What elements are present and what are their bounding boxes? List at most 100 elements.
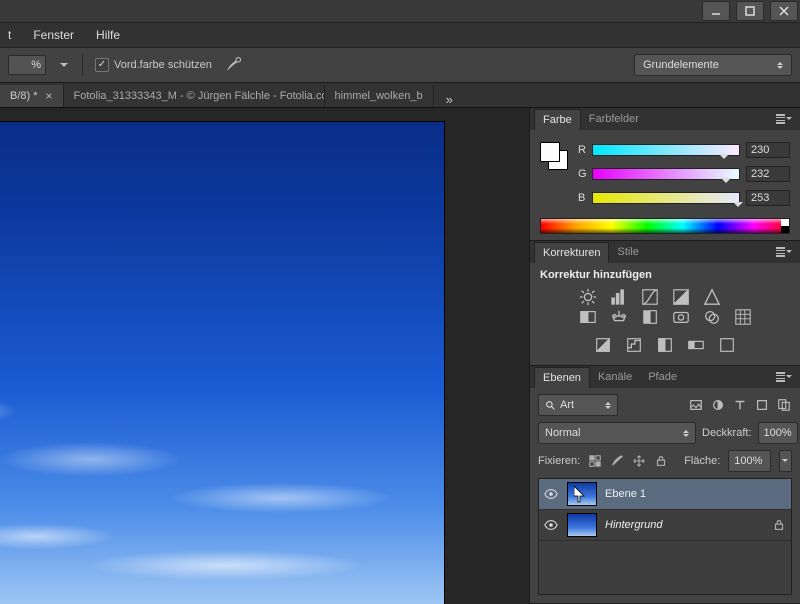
protect-foreground-checkbox[interactable] <box>95 58 109 72</box>
layer-name: Hintergrund <box>605 519 662 531</box>
levels-icon[interactable] <box>608 287 630 307</box>
menu-item-truncated[interactable]: t <box>4 28 15 42</box>
vibrance-icon[interactable] <box>701 287 723 307</box>
photo-filter-icon[interactable] <box>670 307 692 327</box>
menu-item-fenster[interactable]: Fenster <box>29 28 78 42</box>
adjustments-row-3 <box>540 335 790 355</box>
workspace-label: Grundelemente <box>643 59 719 71</box>
filter-pixel-icon[interactable] <box>688 397 704 413</box>
tab-ebenen[interactable]: Ebenen <box>534 367 590 388</box>
curves-icon[interactable] <box>639 287 661 307</box>
g-slider-row: G 232 <box>578 162 790 186</box>
opacity-value-field[interactable]: % <box>8 55 46 75</box>
selective-color-icon[interactable] <box>716 335 738 355</box>
lock-position-icon[interactable] <box>632 453 646 469</box>
foreground-color-swatch[interactable] <box>540 142 560 162</box>
panel-color-tabs: Farbe Farbfelder <box>530 108 800 130</box>
b-value-field[interactable]: 253 <box>746 190 790 206</box>
window-close-button[interactable] <box>770 1 798 21</box>
layer-filter-select[interactable]: Art <box>538 394 618 416</box>
r-slider-row: R 230 <box>578 138 790 162</box>
b-slider[interactable] <box>592 192 740 204</box>
tab-korrekturen[interactable]: Korrekturen <box>534 242 609 263</box>
layer-item-ebene1[interactable]: Ebene 1 <box>539 479 791 510</box>
panel-menu-button[interactable] <box>776 247 796 257</box>
posterize-icon[interactable] <box>623 335 645 355</box>
g-value-field[interactable]: 232 <box>746 166 790 182</box>
canvas-workspace[interactable] <box>0 108 529 604</box>
panel-menu-button[interactable] <box>776 114 796 124</box>
filter-adjust-icon[interactable] <box>710 397 726 413</box>
document-tab-1[interactable]: Fotolia_31333343_M - © Jürgen Fälchle - … <box>64 85 325 107</box>
visibility-eye-icon[interactable] <box>543 517 559 533</box>
hue-saturation-icon[interactable] <box>577 307 599 327</box>
panel-adjustments-body: Korrektur hinzufügen <box>530 263 800 365</box>
filter-smart-icon[interactable] <box>776 397 792 413</box>
color-lookup-icon[interactable] <box>732 307 754 327</box>
layer-item-hintergrund[interactable]: Hintergrund <box>539 510 791 541</box>
lock-transparent-icon[interactable] <box>588 453 602 469</box>
tab-farbe[interactable]: Farbe <box>534 109 581 130</box>
opacity-dropdown-icon[interactable] <box>58 56 70 74</box>
blend-mode-label: Normal <box>545 427 580 439</box>
blend-mode-row: Normal Deckkraft: 100% <box>538 422 792 444</box>
arrows-vert-icon <box>777 59 783 72</box>
filter-type-icon[interactable] <box>732 397 748 413</box>
document-canvas[interactable] <box>0 122 444 604</box>
gradient-map-icon[interactable] <box>685 335 707 355</box>
tab-farbfelder[interactable]: Farbfelder <box>581 109 647 129</box>
g-slider[interactable] <box>592 168 740 180</box>
layer-thumbnail[interactable] <box>567 513 597 537</box>
blend-mode-select[interactable]: Normal <box>538 422 696 444</box>
layer-list[interactable]: Ebene 1 Hintergrund <box>538 478 792 595</box>
protect-foreground-row[interactable]: Vord.farbe schützen <box>95 58 212 72</box>
document-tab-label: B/8) * <box>10 90 38 102</box>
lock-image-icon[interactable] <box>610 453 624 469</box>
color-spectrum-bar[interactable] <box>540 218 790 234</box>
tab-close-icon[interactable]: × <box>46 89 53 103</box>
fill-field[interactable]: 100% <box>728 450 771 472</box>
fill-dropdown[interactable] <box>779 450 792 472</box>
lock-all-icon[interactable] <box>654 453 668 469</box>
window-maximize-button[interactable] <box>736 1 764 21</box>
tab-stile[interactable]: Stile <box>609 242 646 262</box>
adjustments-heading: Korrektur hinzufügen <box>540 269 790 281</box>
brightness-contrast-icon[interactable] <box>577 287 599 307</box>
menu-item-hilfe[interactable]: Hilfe <box>92 28 124 42</box>
layer-filter-label: Art <box>560 399 574 411</box>
panel-adjustments: Korrekturen Stile Korrektur hinzufügen <box>530 241 800 366</box>
opacity-label: Deckkraft: <box>702 427 752 439</box>
r-slider[interactable] <box>592 144 740 156</box>
visibility-eye-icon[interactable] <box>543 486 559 502</box>
threshold-icon[interactable] <box>654 335 676 355</box>
menu-bar: t Fenster Hilfe <box>0 23 800 48</box>
workspace-switcher[interactable]: Grundelemente <box>634 54 792 76</box>
panel-layers-body: Art Normal Deckkraft: 10 <box>530 388 800 603</box>
invert-icon[interactable] <box>592 335 614 355</box>
filter-shape-icon[interactable] <box>754 397 770 413</box>
exposure-icon[interactable] <box>670 287 692 307</box>
r-value-field[interactable]: 230 <box>746 142 790 158</box>
window-titlebar <box>0 0 800 23</box>
tab-pfade[interactable]: Pfade <box>640 367 685 387</box>
color-balance-icon[interactable] <box>608 307 630 327</box>
pressure-brush-icon[interactable] <box>224 56 242 74</box>
opacity-field[interactable]: 100% <box>758 422 798 444</box>
fg-bg-swatch[interactable] <box>540 142 568 170</box>
layer-thumbnail[interactable] <box>567 482 597 506</box>
adjustments-row-1 <box>540 287 790 307</box>
document-tab-2[interactable]: himmel_wolken_b <box>325 85 434 107</box>
document-tab-label: himmel_wolken_b <box>335 90 423 102</box>
panel-menu-button[interactable] <box>776 372 796 382</box>
options-separator <box>82 54 83 76</box>
window-minimize-button[interactable] <box>702 1 730 21</box>
channel-mixer-icon[interactable] <box>701 307 723 327</box>
tab-kanaele[interactable]: Kanäle <box>590 367 640 387</box>
tab-overflow-button[interactable]: » <box>440 92 459 107</box>
arrows-vert-icon <box>683 427 689 440</box>
document-tab-0[interactable]: B/8) * × <box>0 85 64 107</box>
document-tab-label: Fotolia_31333343_M - © Jürgen Fälchle - … <box>74 90 325 102</box>
layer-lock-icon <box>771 517 787 533</box>
black-white-icon[interactable] <box>639 307 661 327</box>
b-slider-row: B 253 <box>578 186 790 210</box>
